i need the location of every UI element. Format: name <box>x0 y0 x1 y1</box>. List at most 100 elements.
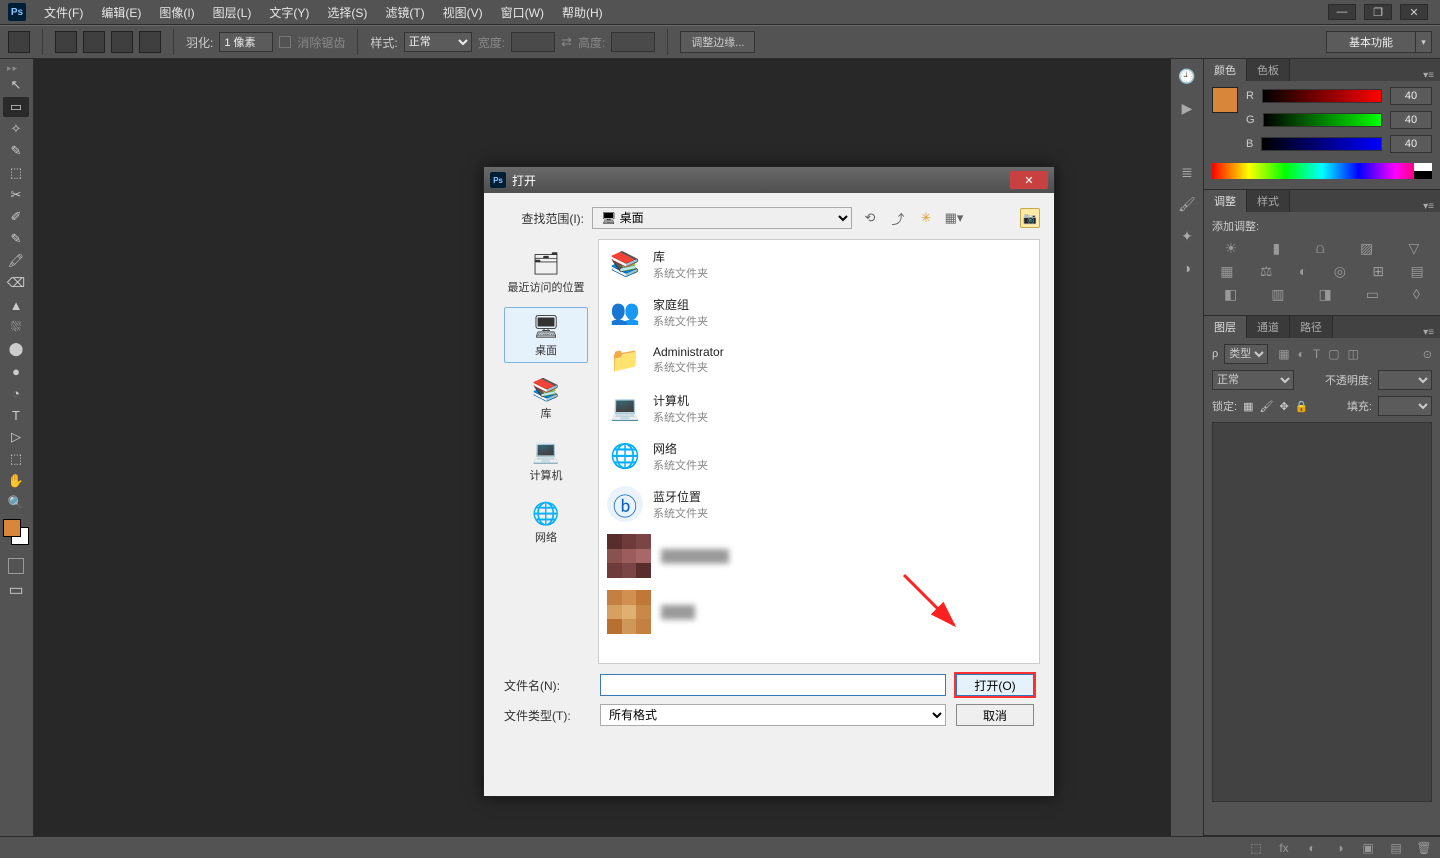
b-slider[interactable] <box>1261 137 1382 151</box>
pen-tool[interactable]: ◔ <box>3 383 29 403</box>
tab-paths[interactable]: 路径 <box>1290 316 1333 338</box>
type-tool[interactable]: T <box>3 405 29 425</box>
levels-icon[interactable]: ▮ <box>1273 240 1281 257</box>
lock-image-icon[interactable]: 🖌 <box>1259 400 1273 413</box>
place-libraries[interactable]: 📚库 <box>504 371 588 425</box>
filter-type-icon[interactable]: T <box>1313 347 1320 361</box>
menu-help[interactable]: 帮助(H) <box>554 2 611 23</box>
blur-tool[interactable]: ⬤ <box>3 339 29 359</box>
spectrum-ramp[interactable] <box>1212 163 1432 179</box>
blend-mode-select[interactable]: 正常 <box>1212 370 1294 390</box>
menu-image[interactable]: 图像(I) <box>151 2 202 23</box>
file-list[interactable]: 📚库系统文件夹 👥家庭组系统文件夹 📁Administrator系统文件夹 💻计… <box>598 239 1040 664</box>
opacity-select[interactable] <box>1378 370 1432 390</box>
magic-wand-tool[interactable]: ✎ <box>3 141 29 161</box>
brushes-icon[interactable]: 🖌 <box>1176 195 1198 213</box>
group-icon[interactable]: ▣ <box>1356 840 1380 856</box>
menu-select[interactable]: 选择(S) <box>319 2 375 23</box>
color-preview-swatch[interactable] <box>1212 87 1238 113</box>
open-button[interactable]: 打开(O) <box>956 674 1034 696</box>
filter-pixel-icon[interactable]: ▦ <box>1278 347 1289 361</box>
b-value[interactable]: 40 <box>1390 135 1432 153</box>
panel-menu-icon[interactable]: ▾≡ <box>1417 70 1440 81</box>
window-minimize-button[interactable]: — <box>1328 4 1356 20</box>
path-select-tool[interactable]: ▷ <box>3 427 29 447</box>
antialias-checkbox[interactable] <box>279 36 291 48</box>
hand-tool[interactable]: ✋ <box>3 471 29 491</box>
menu-window[interactable]: 窗口(W) <box>493 2 552 23</box>
brightness-icon[interactable]: ☀ <box>1225 240 1238 257</box>
threshold-icon[interactable]: ◨ <box>1319 286 1332 303</box>
adj-layer-icon[interactable]: ◑ <box>1328 840 1352 856</box>
filter-adjust-icon[interactable]: ◐ <box>1298 347 1305 361</box>
exposure-icon[interactable]: ▨ <box>1360 240 1373 257</box>
back-icon[interactable]: ⟲ <box>860 208 880 228</box>
brush-tool[interactable]: ✎ <box>3 229 29 249</box>
fill-select[interactable] <box>1378 396 1432 416</box>
workspace-switcher[interactable]: 基本功能 <box>1326 31 1416 53</box>
menu-view[interactable]: 视图(V) <box>435 2 491 23</box>
filter-shape-icon[interactable]: ▢ <box>1328 347 1339 361</box>
view-menu-icon[interactable]: ▦▾ <box>944 208 964 228</box>
new-folder-icon[interactable]: ✳ <box>916 208 936 228</box>
photo-filter-icon[interactable]: ◎ <box>1334 263 1346 280</box>
place-recent[interactable]: 🗂最近访问的位置 <box>504 245 588 299</box>
marquee-tool-preset[interactable] <box>8 31 30 53</box>
lock-transparent-icon[interactable]: ▦ <box>1243 400 1253 413</box>
actions-icon[interactable]: ▶ <box>1176 99 1198 117</box>
cancel-button[interactable]: 取消 <box>956 704 1034 726</box>
selection-subtract-icon[interactable] <box>111 31 133 53</box>
look-in-select[interactable]: 🖥 桌面 <box>592 207 852 229</box>
place-desktop[interactable]: 🖥桌面 <box>504 307 588 363</box>
dodge-tool[interactable]: ● <box>3 361 29 381</box>
style-select[interactable]: 正常 <box>404 32 472 52</box>
vibrance-icon[interactable]: ▽ <box>1409 240 1420 257</box>
invert-icon[interactable]: ◧ <box>1224 286 1237 303</box>
eraser-tool[interactable]: ▲ <box>3 295 29 315</box>
stamp-tool[interactable]: 🖍 <box>3 251 29 271</box>
dialog-close-button[interactable]: ✕ <box>1010 171 1048 189</box>
selection-intersect-icon[interactable] <box>139 31 161 53</box>
gradmap-icon[interactable]: ▭ <box>1366 286 1379 303</box>
place-network[interactable]: 🌐网络 <box>504 495 588 549</box>
hue-icon[interactable]: ▦ <box>1220 263 1233 280</box>
bridge-icon[interactable]: 📷 <box>1020 208 1040 228</box>
place-computer[interactable]: 💻计算机 <box>504 433 588 487</box>
workspace-dropdown-icon[interactable]: ▾ <box>1416 31 1432 53</box>
curves-icon[interactable]: ⩍ <box>1316 240 1325 257</box>
r-value[interactable]: 40 <box>1390 87 1432 105</box>
panel-menu-icon[interactable]: ▾≡ <box>1417 327 1440 338</box>
feather-input[interactable] <box>219 32 273 52</box>
filename-input[interactable] <box>600 674 946 696</box>
screen-mode-button[interactable]: ▭ <box>3 579 29 601</box>
zoom-tool[interactable]: 🔍 <box>3 493 29 513</box>
menu-file[interactable]: 文件(F) <box>36 2 91 23</box>
menu-layer[interactable]: 图层(L) <box>205 2 260 23</box>
dialog-title-bar[interactable]: Ps 打开 ✕ <box>484 167 1054 193</box>
selection-add-icon[interactable] <box>83 31 105 53</box>
tab-swatches[interactable]: 色板 <box>1247 59 1290 81</box>
g-value[interactable]: 40 <box>1390 111 1432 129</box>
bw-ramp[interactable] <box>1414 163 1432 179</box>
bw-icon[interactable]: ◐ <box>1299 263 1307 280</box>
up-icon[interactable]: ⤴ <box>888 208 908 228</box>
menu-edit[interactable]: 编辑(E) <box>93 2 149 23</box>
new-layer-icon[interactable]: ▤ <box>1384 840 1408 856</box>
link-layers-icon[interactable]: ⬚ <box>1244 840 1268 856</box>
foreground-swatch[interactable] <box>3 519 21 537</box>
filter-toggle-icon[interactable]: ⊙ <box>1423 348 1432 361</box>
filter-smart-icon[interactable]: ◫ <box>1348 347 1359 361</box>
quick-mask-button[interactable] <box>3 555 29 577</box>
balance-icon[interactable]: ⚖ <box>1260 263 1273 280</box>
layers-list[interactable] <box>1212 422 1432 802</box>
menu-filter[interactable]: 滤镜(T) <box>377 2 432 23</box>
eyedropper-tool[interactable]: ✂ <box>3 185 29 205</box>
healing-tool[interactable]: ✐ <box>3 207 29 227</box>
color-swatch-pair[interactable] <box>3 519 29 545</box>
history-brush-tool[interactable]: ⌫ <box>3 273 29 293</box>
mixer-icon[interactable]: ⊞ <box>1372 263 1384 280</box>
tab-channels[interactable]: 通道 <box>1247 316 1290 338</box>
toolbox-grip[interactable]: ▸▸ <box>3 63 30 73</box>
refine-edge-button[interactable]: 调整边缘... <box>680 31 755 53</box>
lookup-icon[interactable]: ▤ <box>1411 263 1424 280</box>
